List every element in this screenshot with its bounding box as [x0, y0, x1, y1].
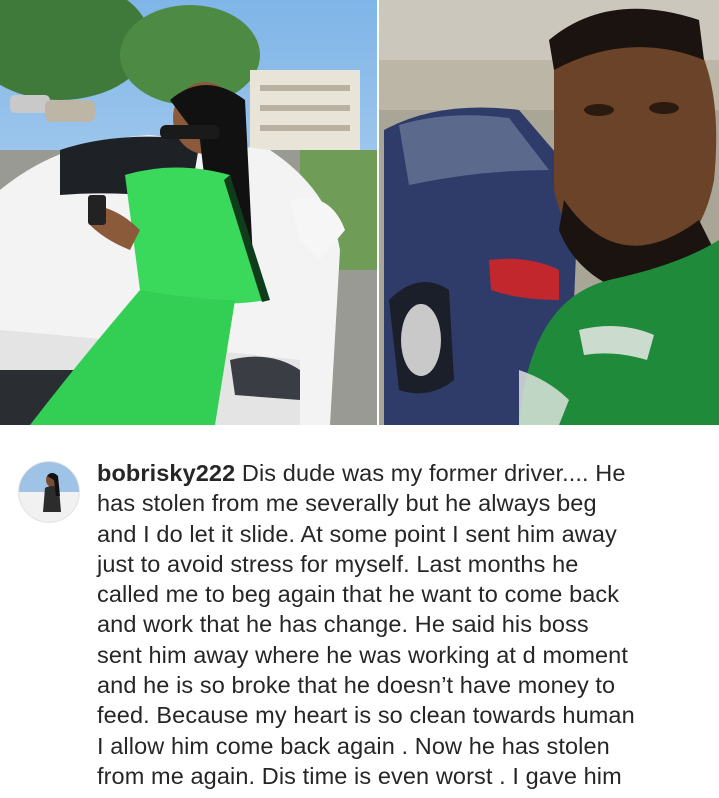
post-caption: bobrisky222 Dis dude was my former drive…	[97, 458, 707, 791]
caption-line: called me to beg again that he want to c…	[97, 581, 620, 608]
woman-car-illustration	[0, 0, 377, 425]
caption-line: sent him away where he was working at d …	[97, 641, 628, 668]
man-car-illustration	[379, 0, 719, 425]
post-image-collage[interactable]	[0, 0, 719, 425]
post-caption-area: bobrisky222 Dis dude was my former drive…	[0, 425, 719, 798]
caption-line-1: bobrisky222 Dis dude was my former drive…	[97, 458, 707, 488]
caption-line: and I do let it slide. At some point I s…	[97, 520, 617, 547]
photo-woman-on-car	[0, 0, 377, 425]
caption-line: just to avoid stress for myself. Last mo…	[97, 550, 579, 577]
avatar-image	[19, 462, 79, 522]
caption-line: has stolen from me severally but he alwa…	[97, 490, 597, 517]
caption-text: Dis dude was my former driver.... He	[241, 460, 626, 486]
username-link[interactable]: bobrisky222	[97, 460, 235, 486]
caption-line: and he is so broke that he doesn’t have …	[97, 672, 616, 699]
caption-line: I allow him come back again . Now he has…	[97, 732, 610, 759]
caption-line: feed. Because my heart is so clean towar…	[97, 702, 635, 729]
caption-line: from me again. Dis time is even worst . …	[97, 762, 622, 789]
user-avatar[interactable]	[18, 461, 80, 523]
photo-man-selfie	[379, 0, 719, 425]
caption-line: and work that he has change. He said his…	[97, 611, 589, 638]
